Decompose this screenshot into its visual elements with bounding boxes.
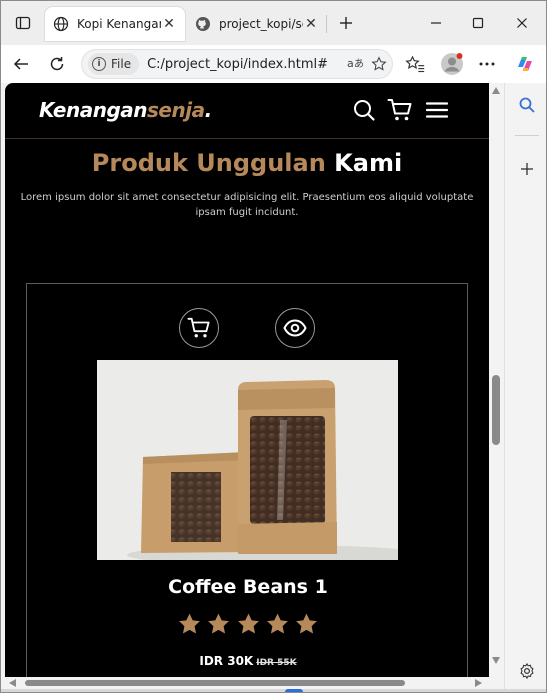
profile-button[interactable] [438,50,466,78]
globe-icon [53,16,69,32]
svg-text:あ: あ [354,58,363,70]
tab-label: Kopi Kenangan Senja [77,17,161,31]
arrow-left-icon [13,58,28,70]
more-dots-icon [479,62,495,66]
vertical-scroll-thumb[interactable] [492,375,500,445]
close-window-button[interactable] [507,9,537,37]
tab-project-kopi[interactable]: project_kopi/script.js ✕ [187,7,327,41]
tab-separator [326,15,327,33]
vertical-scrollbar[interactable] [489,83,504,677]
sidebar-divider [515,135,539,136]
star-icon [208,613,230,634]
product-name: Coffee Beans 1 [168,576,328,598]
site-menu-button[interactable] [424,97,450,123]
new-tab-button[interactable] [333,9,359,37]
tab-close-icon[interactable]: ✕ [161,16,177,32]
minimize-icon [431,22,441,24]
add-to-cart-button[interactable] [179,308,219,348]
maximize-button[interactable] [463,9,493,37]
tab-kopi-kenangan[interactable]: Kopi Kenangan Senja ✕ [45,7,185,41]
avatar-icon [441,53,463,75]
hamburger-menu-icon [426,102,448,118]
address-bar[interactable]: i File C:/project_kopi/index.html# aあ [81,49,393,79]
reload-button[interactable] [43,50,71,78]
logo-dot: . [204,98,213,122]
gear-icon [520,662,534,680]
star-outline-icon [371,56,387,71]
browser-window: Kopi Kenangan Senja ✕ project_kopi/scrip… [0,0,547,693]
tab-label: project_kopi/script.js [219,17,303,31]
tab-actions-button[interactable] [9,9,37,37]
star-icon [179,613,200,634]
url-text[interactable]: C:/project_kopi/index.html# [147,57,344,72]
browser-toolbar: i File C:/project_kopi/index.html# aあ [1,45,546,83]
eye-icon [283,319,307,337]
edge-sidebar [504,83,546,692]
product-card: Coffee Beans 1 IDR 30K IDR 55K [26,283,468,677]
sidebar-add-button[interactable] [513,155,541,183]
taskbar-edge [1,689,546,692]
logo-accent: senja [147,98,205,122]
close-icon [517,18,527,28]
plus-icon [340,17,352,29]
page-viewport: Kenangansenja. Produk Unggulan Kami Lore… [5,83,489,677]
horizontal-scroll-thumb[interactable] [25,680,405,686]
github-icon [196,17,210,31]
view-product-button[interactable] [275,308,315,348]
minimize-button[interactable] [421,9,451,37]
site-logo[interactable]: Kenangansenja. [39,98,212,122]
scroll-down-arrow[interactable] [492,657,500,664]
more-options-button[interactable] [473,50,501,78]
scroll-right-arrow[interactable] [475,679,482,687]
sidebar-search-button[interactable] [513,91,541,119]
product-price: IDR 30K IDR 55K [27,654,469,668]
tab-close-icon[interactable]: ✕ [303,16,319,32]
shopping-cart-icon [187,317,210,338]
maximize-icon [472,17,484,29]
copilot-button[interactable] [511,50,539,78]
star-icon [296,613,317,634]
scroll-left-arrow[interactable] [9,679,16,687]
product-image [97,360,398,560]
search-icon [519,97,535,113]
horizontal-scrollbar[interactable] [5,677,489,689]
section-description: Lorem ipsum dolor sit amet consectetur a… [20,192,474,218]
plus-icon [521,163,533,175]
tab-actions-icon [15,16,31,30]
tab-strip: Kopi Kenangan Senja ✕ project_kopi/scrip… [1,1,546,45]
site-navbar: Kenangansenja. [5,83,489,139]
favorites-list-icon [405,55,425,73]
file-chip-label: File [111,57,132,71]
coffee-bags-illustration [97,360,398,560]
section-title: Produk Unggulan Kami [5,149,489,177]
scroll-up-arrow[interactable] [492,87,500,94]
star-icon [237,613,259,634]
section-title-accent: Produk Unggulan [91,149,326,177]
search-icon [354,100,375,121]
favorites-button[interactable] [401,50,429,78]
svg-text:a: a [347,57,354,70]
site-info-chip[interactable]: i File [88,53,140,75]
price-old: IDR 55K [256,658,297,668]
read-aloud-glyph: aあ [347,57,364,70]
site-cart-button[interactable] [387,97,413,123]
info-icon: i [92,57,106,71]
price-current: IDR 30K [199,654,254,668]
site-search-button[interactable] [351,97,377,123]
shopping-cart-icon [387,99,412,121]
taskbar-indicator [285,689,303,692]
reload-icon [50,57,64,71]
copilot-icon [518,57,532,71]
read-aloud-icon[interactable]: aあ [344,56,366,73]
logo-main: Kenangan [39,98,148,122]
section-title-rest: Kami [325,149,403,177]
star-icon [266,613,288,634]
sidebar-settings-button[interactable] [513,657,541,685]
favorite-star-button[interactable] [366,51,392,77]
back-button[interactable] [7,50,35,78]
product-rating [177,612,319,638]
